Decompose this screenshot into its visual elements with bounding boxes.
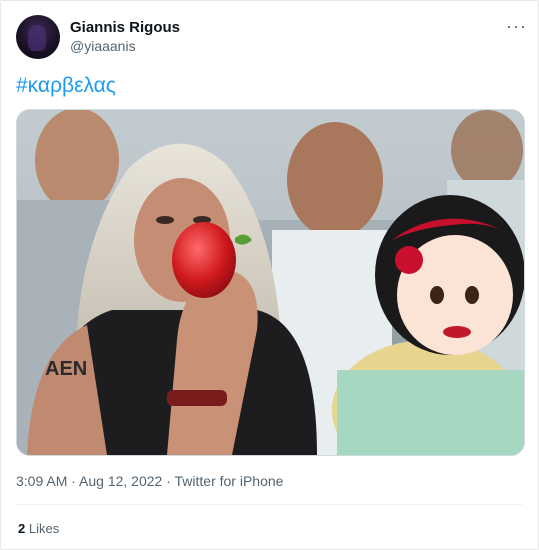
likes-label: Likes: [28, 521, 60, 536]
photo-illustration: AEN: [17, 110, 524, 455]
likes-link[interactable]: 2 Likes: [18, 521, 59, 536]
author-handle[interactable]: @yiaaanis: [70, 38, 136, 54]
avatar[interactable]: [16, 15, 60, 59]
hashtag-link[interactable]: #καρβελας: [16, 74, 116, 98]
tweet-card: Giannis Rigous @yiaaanis ··· #καρβελας A…: [0, 0, 539, 550]
tattoo-text: AEN: [45, 358, 87, 380]
author-name[interactable]: Giannis Rigous: [70, 19, 180, 36]
divider: [16, 504, 523, 505]
tweet-timestamp[interactable]: 3:09 AM · Aug 12, 2022 · Twitter for iPh…: [16, 473, 283, 489]
more-options-icon[interactable]: ···: [506, 16, 527, 37]
likes-count: 2: [18, 521, 26, 536]
tweet-photo[interactable]: AEN: [16, 109, 525, 456]
